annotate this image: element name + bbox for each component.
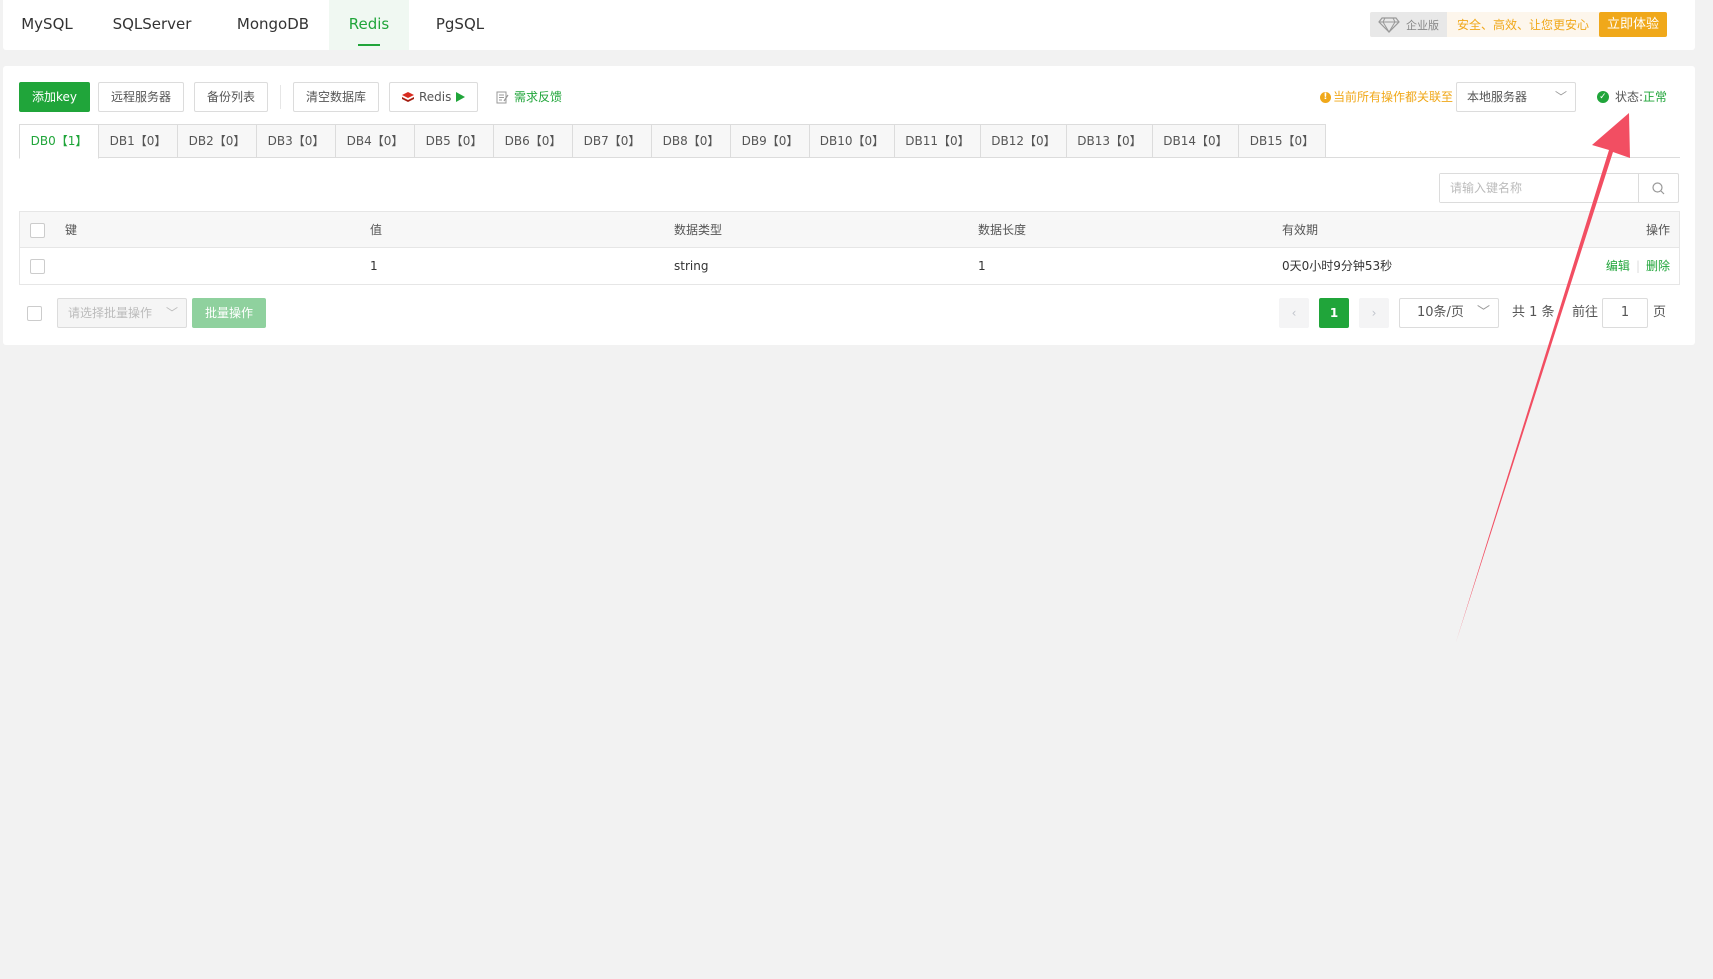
col-value: 值 bbox=[370, 223, 383, 237]
tab-db2[interactable]: DB2【0】 bbox=[178, 124, 257, 158]
col-key: 键 bbox=[65, 223, 78, 237]
edit-link[interactable]: 编辑 bbox=[1606, 259, 1630, 273]
diamond-icon bbox=[1378, 16, 1400, 33]
page-suffix: 页 bbox=[1653, 305, 1667, 320]
db-tabs: DB0【1】 DB1【0】 DB2【0】 DB3【0】 DB4【0】 DB5【0… bbox=[19, 124, 1680, 159]
tab-db3[interactable]: DB3【0】 bbox=[257, 124, 336, 158]
feedback-label: 需求反馈 bbox=[514, 90, 563, 104]
enterprise-promo: 企业版 安全、高效、让您更安心 立即体验 bbox=[1369, 12, 1667, 37]
chevron-down-icon: ﹀ bbox=[1476, 305, 1490, 320]
feedback-link[interactable]: 需求反馈 bbox=[496, 82, 562, 112]
prev-page-button[interactable]: ‹ bbox=[1279, 298, 1309, 328]
tab-db13[interactable]: DB13【0】 bbox=[1067, 124, 1153, 158]
tab-mysql[interactable]: MySQL bbox=[3, 0, 91, 50]
row-type: string bbox=[674, 259, 709, 273]
tab-db5[interactable]: DB5【0】 bbox=[415, 124, 494, 158]
check-circle-icon: ✓ bbox=[1596, 91, 1609, 103]
enterprise-badge: 企业版 bbox=[1369, 12, 1447, 37]
tab-redis[interactable]: Redis bbox=[329, 0, 409, 50]
edit-note-icon bbox=[496, 91, 509, 103]
tab-db15[interactable]: DB15【0】 bbox=[1239, 124, 1326, 158]
tab-db9[interactable]: DB9【0】 bbox=[731, 124, 810, 158]
batch-select-placeholder: 请选择批量操作 bbox=[68, 306, 153, 320]
col-actions: 操作 bbox=[1645, 223, 1670, 237]
search-input[interactable] bbox=[1440, 174, 1636, 202]
col-ttl: 有效期 bbox=[1282, 223, 1319, 237]
server-select-value: 本地服务器 bbox=[1467, 90, 1528, 104]
goto-page-input[interactable]: 1 bbox=[1602, 298, 1648, 328]
redis-logo-icon bbox=[402, 91, 414, 102]
tab-mongodb[interactable]: MongoDB bbox=[225, 0, 321, 50]
col-type: 数据类型 bbox=[674, 223, 723, 237]
chevron-down-icon: ﹀ bbox=[1554, 90, 1567, 104]
tab-db12[interactable]: DB12【0】 bbox=[981, 124, 1067, 158]
keys-table: 键 值 数据类型 数据长度 有效期 操作 1 string 1 0天0小时9分钟… bbox=[19, 211, 1680, 285]
toolbar-divider bbox=[280, 85, 281, 109]
tab-db11[interactable]: DB11【0】 bbox=[895, 124, 981, 158]
batch-operation-button[interactable]: 批量操作 bbox=[192, 298, 266, 328]
tab-db1[interactable]: DB1【0】 bbox=[99, 124, 178, 158]
info-icon: ! bbox=[1319, 91, 1331, 103]
total-count: 共 1 条 bbox=[1512, 305, 1555, 320]
tab-db4[interactable]: DB4【0】 bbox=[336, 124, 415, 158]
enterprise-badge-label: 企业版 bbox=[1405, 18, 1439, 32]
search-icon bbox=[1652, 181, 1665, 194]
row-actions: 编辑 | 删除 bbox=[1606, 248, 1670, 284]
tab-pgsql[interactable]: PgSQL bbox=[423, 0, 497, 50]
redis-manager-button[interactable]: Redis bbox=[389, 82, 479, 112]
tab-db10[interactable]: DB10【0】 bbox=[810, 124, 895, 158]
server-select[interactable]: 本地服务器 ﹀ bbox=[1456, 82, 1576, 112]
row-value: 1 bbox=[370, 259, 378, 273]
db-type-bar: MySQL SQLServer MongoDB Redis PgSQL 企业版 … bbox=[3, 0, 1695, 50]
tab-db6[interactable]: DB6【0】 bbox=[494, 124, 573, 158]
notice-text: 当前所有操作都关联至 bbox=[1332, 90, 1453, 104]
add-key-button[interactable]: 添加key bbox=[19, 82, 91, 112]
remote-server-button[interactable]: 远程服务器 bbox=[98, 82, 185, 112]
play-icon bbox=[456, 92, 466, 102]
status-label: 状态: bbox=[1614, 90, 1643, 104]
row-length: 1 bbox=[978, 259, 986, 273]
row-ttl: 0天0小时9分钟53秒 bbox=[1282, 259, 1393, 273]
action-divider: | bbox=[1635, 259, 1640, 273]
col-length: 数据长度 bbox=[978, 223, 1027, 237]
batch-select-all-checkbox[interactable] bbox=[27, 306, 42, 321]
page-number-current[interactable]: 1 bbox=[1319, 298, 1349, 328]
backup-list-button[interactable]: 备份列表 bbox=[194, 82, 269, 112]
tab-db14[interactable]: DB14【0】 bbox=[1153, 124, 1239, 158]
tab-sqlserver[interactable]: SQLServer bbox=[103, 0, 201, 50]
chevron-down-icon: ﹀ bbox=[165, 306, 178, 320]
table-row: 1 string 1 0天0小时9分钟53秒 编辑 | 删除 bbox=[20, 248, 1679, 284]
batch-operation-select[interactable]: 请选择批量操作 ﹀ bbox=[57, 298, 187, 328]
delete-link[interactable]: 删除 bbox=[1646, 259, 1670, 273]
search-button[interactable] bbox=[1638, 174, 1678, 202]
key-search bbox=[1439, 173, 1679, 203]
promo-text: 安全、高效、让您更安心 bbox=[1456, 18, 1589, 32]
redis-button-label: Redis bbox=[419, 90, 452, 104]
page-size-value: 10条/页 bbox=[1417, 305, 1464, 320]
tab-db0[interactable]: DB0【1】 bbox=[19, 124, 99, 159]
try-now-button[interactable]: 立即体验 bbox=[1598, 12, 1667, 37]
select-all-checkbox[interactable] bbox=[30, 223, 45, 238]
page-size-select[interactable]: 10条/页 ﹀ bbox=[1399, 298, 1499, 328]
clear-db-button[interactable]: 清空数据库 bbox=[293, 82, 380, 112]
next-page-button[interactable]: › bbox=[1359, 298, 1389, 328]
goto-label: 前往 bbox=[1572, 305, 1599, 320]
status-value: 正常 bbox=[1642, 90, 1667, 104]
tab-db7[interactable]: DB7【0】 bbox=[573, 124, 652, 158]
table-header: 键 值 数据类型 数据长度 有效期 操作 bbox=[20, 212, 1679, 248]
connection-status: ✓ 状态: 正常 bbox=[1596, 82, 1667, 112]
tab-db8[interactable]: DB8【0】 bbox=[652, 124, 731, 158]
row-checkbox[interactable] bbox=[30, 259, 45, 274]
server-notice: ! 当前所有操作都关联至 bbox=[1319, 82, 1453, 112]
